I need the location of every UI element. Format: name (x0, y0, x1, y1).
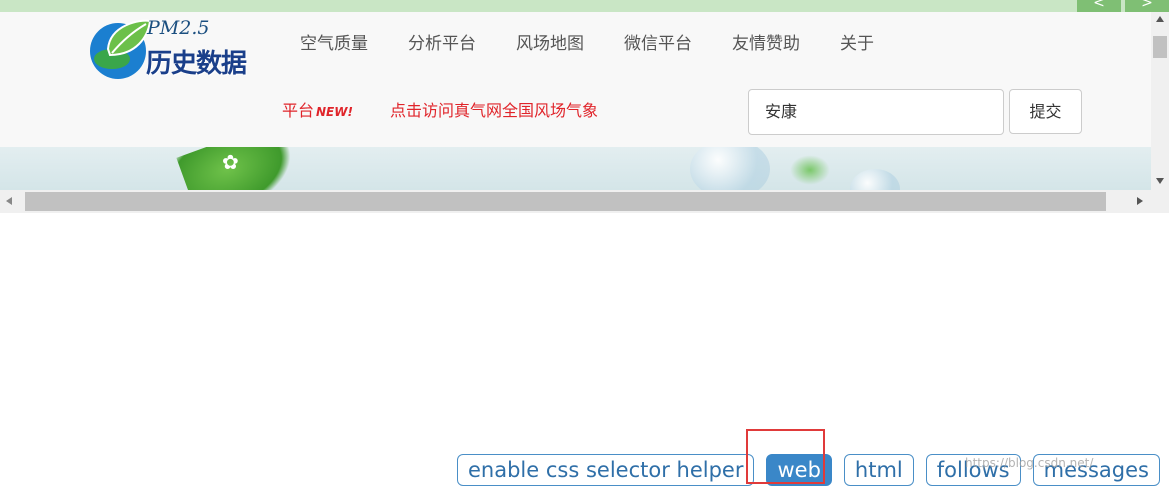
bubble-decoration (690, 147, 770, 190)
annotation-highlight (746, 429, 825, 484)
banner-image: ✿ (0, 147, 1151, 190)
menu-item-air-quality[interactable]: 空气质量 (300, 32, 368, 56)
prev-arrow-button[interactable]: < (1077, 0, 1121, 12)
new-badge: NEW! (316, 105, 353, 119)
top-strip: < > (0, 0, 1169, 12)
bubble-decoration (850, 169, 900, 190)
scroll-down-icon[interactable] (1156, 178, 1164, 184)
city-search-input[interactable]: 安康 (748, 89, 1004, 135)
horizontal-scroll-thumb[interactable] (25, 192, 1106, 211)
main-menu: 空气质量 分析平台 风场地图 微信平台 友情赞助 关于 (300, 32, 914, 56)
scrollbar-corner (1151, 190, 1169, 213)
next-arrow-button[interactable]: > (1125, 0, 1169, 12)
platform-label: 平台 (282, 101, 315, 120)
menu-item-analysis[interactable]: 分析平台 (408, 32, 476, 56)
html-tab[interactable]: html (843, 454, 914, 486)
nav-arrows: < > (1073, 0, 1169, 12)
css-selector-helper-button[interactable]: enable css selector helper (457, 454, 755, 486)
sprig-decoration (790, 155, 830, 185)
menu-item-wechat[interactable]: 微信平台 (624, 32, 692, 56)
vertical-scroll-thumb[interactable] (1153, 36, 1167, 58)
embedded-frame: PM2.5 历史数据 空气质量 分析平台 风场地图 微信平台 友情赞助 关于 平… (0, 12, 1169, 213)
logo-title-text: 历史数据 (146, 49, 247, 79)
watermark-text: https://blog.csdn.net/ (965, 456, 1094, 470)
vertical-scrollbar[interactable] (1151, 12, 1169, 190)
submit-button[interactable]: 提交 (1009, 89, 1082, 134)
logo-pm25-text: PM2.5 (147, 17, 210, 39)
platform-new-link[interactable]: 平台 NEW! (282, 100, 353, 123)
site-logo[interactable]: PM2.5 历史数据 (88, 15, 274, 81)
wind-weather-link[interactable]: 点击访问真气网全国风场气象 (390, 100, 598, 122)
horizontal-scrollbar[interactable] (0, 190, 1151, 213)
site-page: PM2.5 历史数据 空气质量 分析平台 风场地图 微信平台 友情赞助 关于 平… (0, 12, 1151, 190)
menu-item-wind-map[interactable]: 风场地图 (516, 32, 584, 56)
scroll-up-icon[interactable] (1156, 16, 1164, 22)
scroll-right-icon[interactable] (1137, 197, 1143, 205)
menu-item-sponsor[interactable]: 友情赞助 (732, 32, 800, 56)
flower-icon: ✿ (222, 150, 239, 174)
scroll-left-icon[interactable] (6, 197, 12, 205)
menu-item-about[interactable]: 关于 (840, 32, 874, 56)
